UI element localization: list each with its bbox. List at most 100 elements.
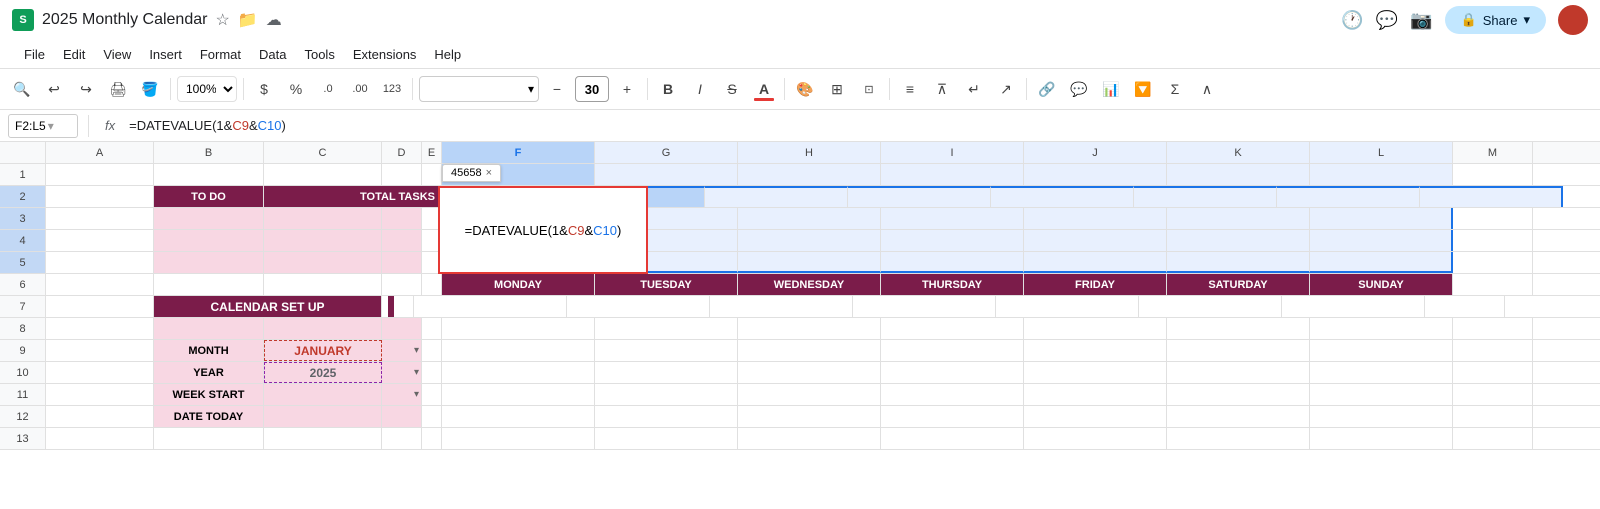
cell-I1[interactable] [881,164,1024,185]
cell-H1[interactable] [738,164,881,185]
format-123-button[interactable]: 123 [378,75,406,103]
cell-I5[interactable] [881,252,1024,273]
cell-L12[interactable] [1310,406,1453,427]
cell-C5[interactable] [264,252,382,273]
cell-J5[interactable] [1024,252,1167,273]
cell-K9[interactable] [1167,340,1310,361]
chip-close[interactable]: × [486,167,492,179]
filter-button[interactable]: 🔽 [1129,75,1157,103]
cell-L5[interactable] [1310,252,1453,273]
cell-G1[interactable] [595,164,738,185]
cell-M8[interactable] [1453,318,1533,339]
cell-L7[interactable] [1282,296,1425,317]
cell-E9[interactable] [422,340,442,361]
cell-B4[interactable] [154,230,264,251]
cell-K13[interactable] [1167,428,1310,449]
search-button[interactable]: 🔍 [8,75,36,103]
menu-format[interactable]: Format [192,45,249,64]
cell-K12[interactable] [1167,406,1310,427]
cell-D10[interactable]: ▾ [382,362,422,383]
cell-H7[interactable] [710,296,853,317]
borders-button[interactable]: ⊞ [823,75,851,103]
cell-C6[interactable] [264,274,382,295]
cell-F12[interactable] [442,406,595,427]
cell-D13[interactable] [382,428,422,449]
font-size-decrease-button[interactable]: − [543,75,571,103]
cell-J6[interactable]: FRIDAY [1024,274,1167,295]
cell-B9[interactable]: MONTH [154,340,264,361]
cell-B13[interactable] [154,428,264,449]
cell-J7[interactable] [996,296,1139,317]
cell-H2[interactable] [848,186,991,207]
cell-A12[interactable] [46,406,154,427]
cell-K10[interactable] [1167,362,1310,383]
cell-A9[interactable] [46,340,154,361]
cell-D8[interactable] [382,318,422,339]
star-icon[interactable]: ☆ [215,10,229,30]
year-dropdown-arrow[interactable]: ▾ [414,367,419,378]
font-size-increase-button[interactable]: + [613,75,641,103]
cell-F10[interactable] [442,362,595,383]
cell-C8[interactable] [264,318,382,339]
cell-F7[interactable] [414,296,567,317]
cell-H13[interactable] [738,428,881,449]
cell-J3[interactable] [1024,208,1167,229]
meet-icon[interactable]: 📷 [1410,10,1432,31]
cell-F8[interactable] [442,318,595,339]
cell-A11[interactable] [46,384,154,405]
v-align-button[interactable]: ⊼ [928,75,956,103]
cell-E7[interactable] [394,296,414,317]
cell-F6[interactable]: MONDAY [442,274,595,295]
strikethrough-button[interactable]: S [718,75,746,103]
chat-icon[interactable]: 💬 [1376,10,1398,31]
weekstart-dropdown-arrow[interactable]: ▾ [414,389,419,400]
text-color-button[interactable]: A [750,75,778,103]
col-header-C[interactable]: C [264,142,382,163]
cell-L4[interactable] [1310,230,1453,251]
cell-I10[interactable] [881,362,1024,383]
cell-K4[interactable] [1167,230,1310,251]
zoom-select[interactable]: 100% [177,76,237,102]
col-header-F[interactable]: F [442,142,595,163]
cell-B3[interactable] [154,208,264,229]
menu-file[interactable]: File [16,45,53,64]
cell-L10[interactable] [1310,362,1453,383]
italic-button[interactable]: I [686,75,714,103]
cell-D5[interactable] [382,252,422,273]
cell-D1[interactable] [382,164,422,185]
cell-K6[interactable]: SATURDAY [1167,274,1310,295]
cell-K7[interactable] [1139,296,1282,317]
merge-button[interactable]: ⊡ [855,75,883,103]
cell-M5[interactable] [1453,252,1533,273]
cell-I7[interactable] [853,296,996,317]
cell-J4[interactable] [1024,230,1167,251]
col-header-M[interactable]: M [1453,142,1533,163]
cell-F9[interactable] [442,340,595,361]
cell-A10[interactable] [46,362,154,383]
cell-K3[interactable] [1167,208,1310,229]
col-header-G[interactable]: G [595,142,738,163]
menu-insert[interactable]: Insert [141,45,190,64]
cell-G6[interactable]: TUESDAY [595,274,738,295]
cell-L9[interactable] [1310,340,1453,361]
cell-D11[interactable]: ▾ [382,384,422,405]
cell-L13[interactable] [1310,428,1453,449]
cell-K2[interactable] [1277,186,1420,207]
share-button[interactable]: 🔒 Share ▾ [1445,6,1546,34]
cell-J2[interactable] [1134,186,1277,207]
menu-help[interactable]: Help [426,45,469,64]
cell-I13[interactable] [881,428,1024,449]
cell-A5[interactable] [46,252,154,273]
cell-K8[interactable] [1167,318,1310,339]
undo-button[interactable]: ↩ [40,75,68,103]
cell-L1[interactable] [1310,164,1453,185]
paint-format-button[interactable]: 🪣 [136,75,164,103]
cell-G12[interactable] [595,406,738,427]
cell-D12[interactable] [382,406,422,427]
cell-F13[interactable] [442,428,595,449]
col-header-J[interactable]: J [1024,142,1167,163]
cell-H5[interactable] [738,252,881,273]
cell-M11[interactable] [1453,384,1533,405]
cell-J10[interactable] [1024,362,1167,383]
autocomplete-chip[interactable]: 45658 × [442,164,501,182]
